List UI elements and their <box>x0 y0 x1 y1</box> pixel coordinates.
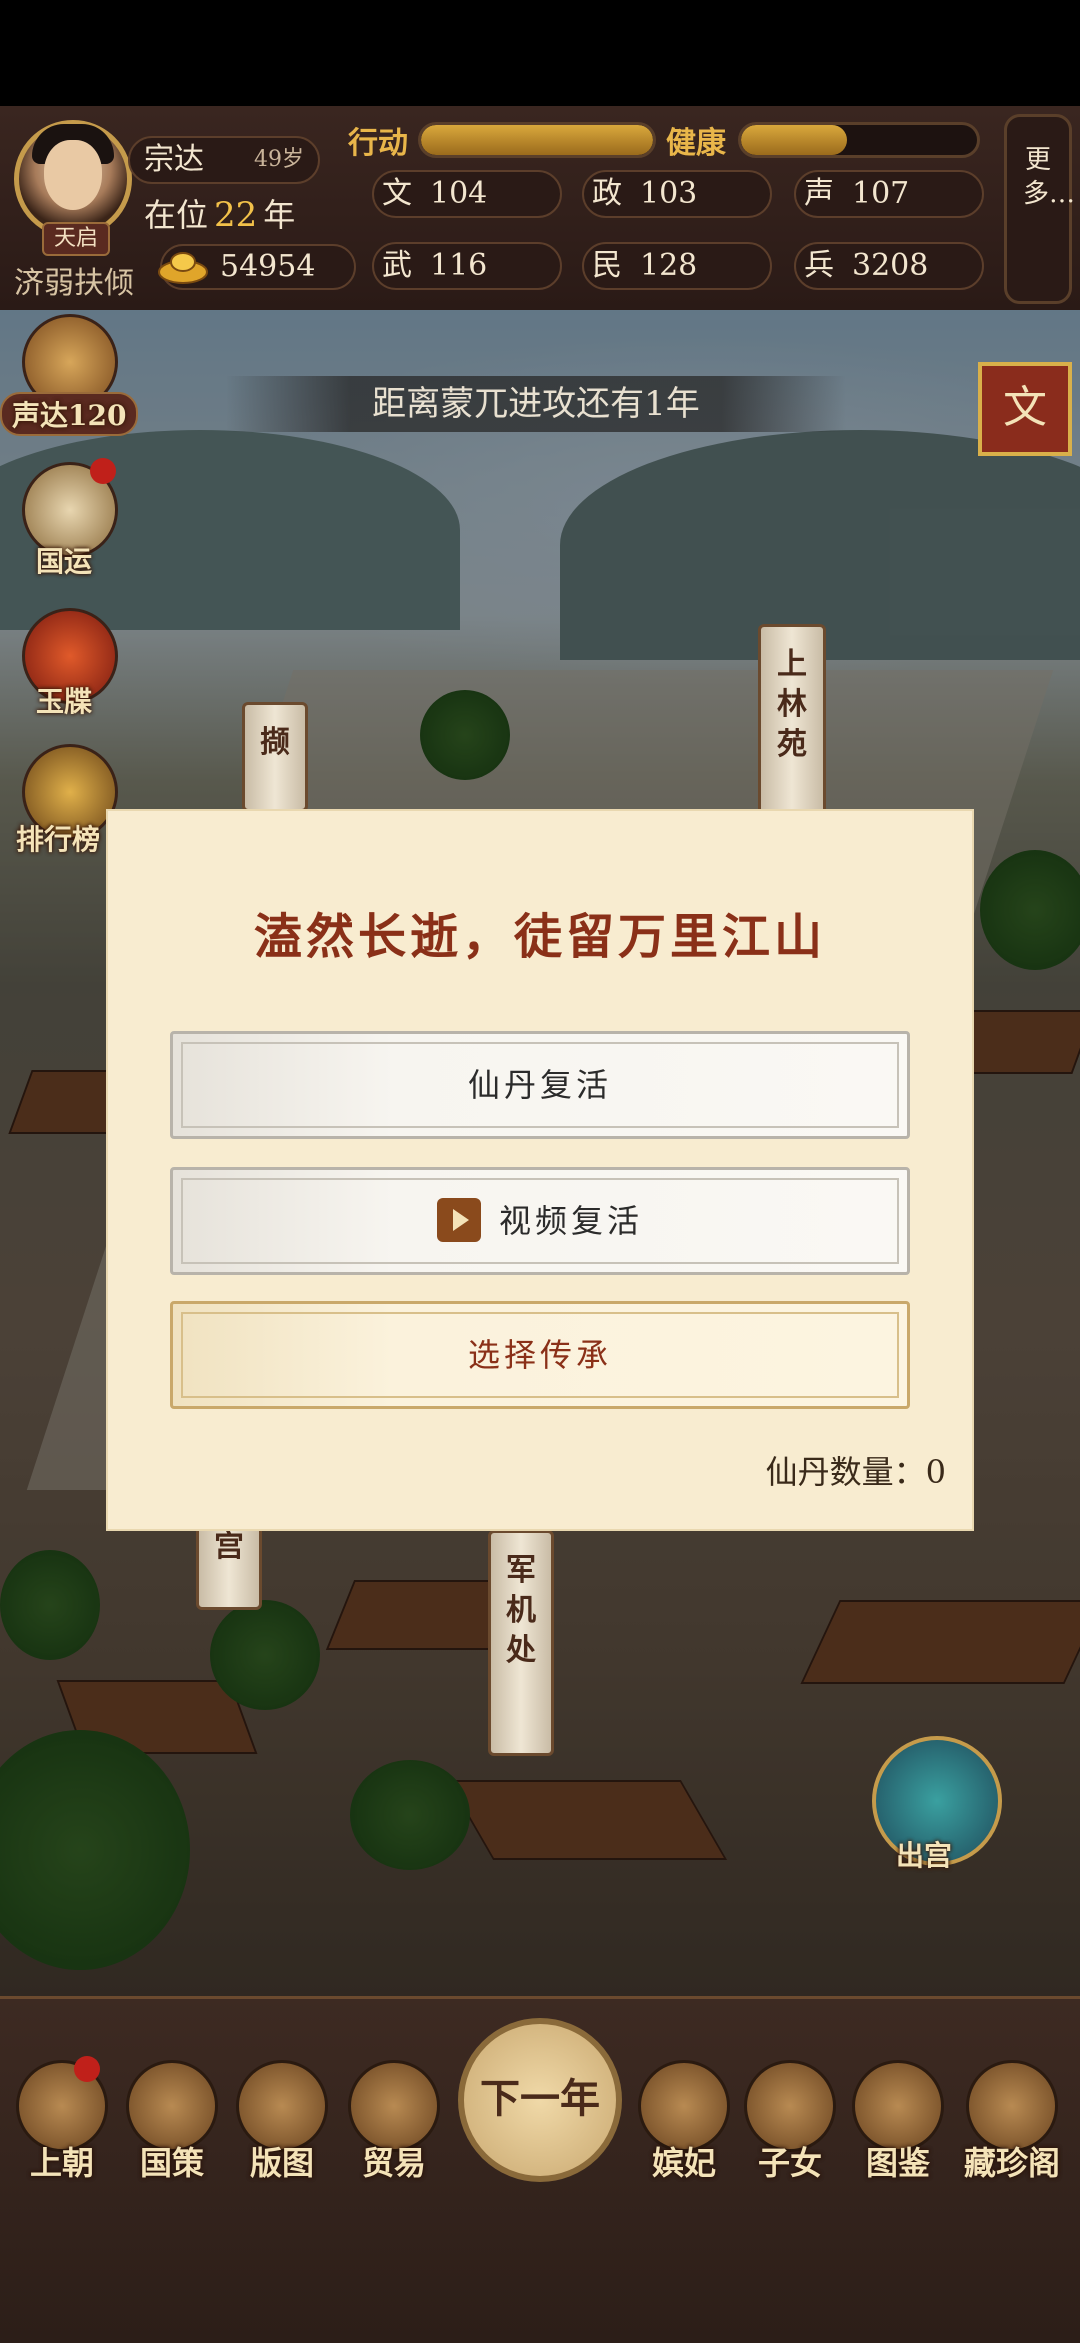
nav-bantu[interactable]: 版图 <box>232 2060 332 2184</box>
nav-label: 贸易 <box>361 2144 426 2182</box>
reign-years: 在位 22 年 <box>144 190 295 236</box>
next-year-button[interactable]: 下一年 <box>458 2018 622 2182</box>
more-label: 更多… <box>1023 145 1076 209</box>
pill-count: 仙丹数量：0 <box>765 1453 946 1491</box>
stat-sheng: 声 107 <box>794 170 984 218</box>
stat-bing: 兵 3208 <box>794 242 984 290</box>
pill-revive-label: 仙丹复活 <box>467 1066 612 1104</box>
stat-value: 128 <box>640 248 698 283</box>
nav-label: 图鉴 <box>865 2144 930 2182</box>
banner-text: 上林苑 <box>777 647 807 762</box>
choose-inheritance-label: 选择传承 <box>467 1336 612 1374</box>
stat-key: 文 <box>382 176 412 211</box>
action-bar <box>418 122 656 158</box>
banner-text: 撷 <box>260 725 290 760</box>
yudie-label: 玉牒 <box>36 685 93 718</box>
wen-button[interactable]: 文 <box>978 362 1072 456</box>
reign-prefix: 在位 <box>144 196 209 234</box>
nav-tujian[interactable]: 图鉴 <box>848 2060 948 2184</box>
emperor-name: 宗达 49岁 <box>128 136 320 184</box>
guoyun-label: 国运 <box>36 545 93 578</box>
paihang-label: 排行榜 <box>16 823 101 856</box>
nav-shangchao[interactable]: 上朝 <box>12 2060 112 2184</box>
stat-key: 民 <box>592 248 622 283</box>
action-label: 行动 <box>348 126 408 161</box>
stat-value: 104 <box>430 176 488 211</box>
health-label: 健康 <box>666 126 726 161</box>
sheng-label: 声达120 <box>0 392 139 436</box>
video-revive-label: 视频复活 <box>498 1202 643 1240</box>
stat-value: 116 <box>430 248 488 283</box>
notification-dot <box>90 458 116 484</box>
gold-ingot-icon <box>158 252 208 284</box>
stat-value: 3208 <box>852 248 929 283</box>
reign-years-value: 22 <box>214 195 258 235</box>
reign-suffix: 年 <box>263 196 296 234</box>
banner-left-bottom[interactable]: 宫 <box>196 1520 262 1610</box>
emperor-name-text: 宗达 <box>144 142 204 177</box>
play-video-icon <box>436 1197 481 1242</box>
stat-zheng: 政 103 <box>582 170 772 218</box>
emperor-title: 济弱扶倾 <box>14 266 134 301</box>
avatar-face <box>44 140 102 210</box>
stat-key: 声 <box>804 176 834 211</box>
stat-value: 107 <box>852 176 910 211</box>
banner-left-top[interactable]: 撷 <box>242 702 308 812</box>
banner-shanglinyuan[interactable]: 上林苑 <box>758 624 826 824</box>
emperor-age: 49岁 <box>254 147 304 172</box>
era-name: 天启 <box>42 222 110 256</box>
invasion-countdown: 距离蒙兀进攻还有1年 <box>226 376 846 432</box>
video-revive-button[interactable]: 视频复活 <box>170 1167 910 1275</box>
stat-value: 103 <box>640 176 698 211</box>
stat-wen: 文 104 <box>372 170 562 218</box>
nav-label: 版图 <box>249 2144 314 2182</box>
nav-cangzhen[interactable]: 藏珍阁 <box>956 2060 1068 2184</box>
health-bar-fill <box>741 125 848 155</box>
banner-junjichu[interactable]: 军机处 <box>488 1530 554 1756</box>
death-dialog: 溘然长逝，徒留万里江山 仙丹复活 视频复活 选择传承 仙丹数量：0 <box>108 811 972 1529</box>
status-bar <box>0 0 1080 106</box>
nav-label: 国策 <box>139 2144 204 2182</box>
nav-pinfei[interactable]: 嫔妃 <box>634 2060 734 2184</box>
pill-revive-button[interactable]: 仙丹复活 <box>170 1031 910 1139</box>
nav-label: 子女 <box>757 2144 822 2182</box>
stat-min: 民 128 <box>582 242 772 290</box>
stat-key: 兵 <box>804 248 834 283</box>
more-button[interactable]: 更多… <box>1004 114 1076 304</box>
nav-maoyi[interactable]: 贸易 <box>344 2060 444 2184</box>
stat-wu: 武 116 <box>372 242 562 290</box>
notification-dot <box>74 2056 100 2082</box>
nav-zinv[interactable]: 子女 <box>740 2060 840 2184</box>
nav-label: 上朝 <box>29 2144 94 2182</box>
chugong-label: 出宫 <box>896 1839 953 1872</box>
banner-text: 军机处 <box>506 1553 536 1668</box>
action-bar-fill <box>421 125 653 155</box>
stat-key: 政 <box>592 176 622 211</box>
stat-key: 武 <box>382 248 412 283</box>
nav-label: 嫔妃 <box>651 2144 716 2182</box>
nav-guoce[interactable]: 国策 <box>122 2060 222 2184</box>
banner-text: 宫 <box>214 1529 244 1564</box>
choose-inheritance-button[interactable]: 选择传承 <box>170 1301 910 1409</box>
dialog-title: 溘然长逝，徒留万里江山 <box>253 909 826 965</box>
nav-label: 藏珍阁 <box>963 2144 1060 2182</box>
health-bar <box>738 122 980 158</box>
